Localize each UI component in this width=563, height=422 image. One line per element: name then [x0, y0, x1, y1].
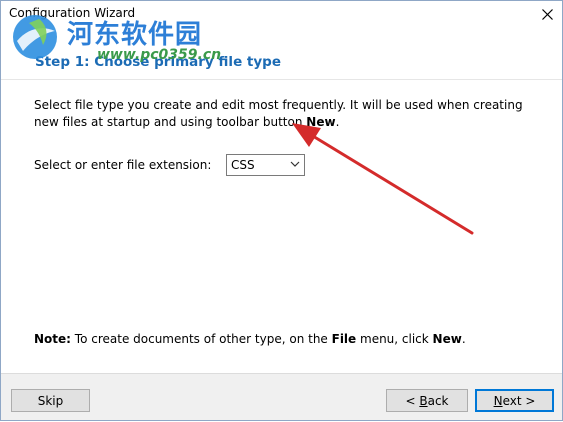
back-button-label: < Back [405, 394, 448, 408]
watermark-text: 河东软件园 [67, 20, 203, 50]
note-text: Note: To create documents of other type,… [34, 332, 466, 346]
watermark: 河东软件园 www.pc0359.cn [9, 11, 222, 69]
header-divider [1, 79, 562, 80]
next-accelerator: N [493, 393, 503, 408]
description-text: Select file type you create and edit mos… [34, 97, 534, 131]
next-button-label: Next > [494, 394, 536, 408]
note-body-a: To create documents of other type, on th… [70, 332, 332, 346]
note-new-word: New [432, 332, 462, 346]
description-new-word: New [306, 115, 336, 129]
note-body-b: menu, click [356, 332, 433, 346]
close-icon [541, 8, 553, 20]
description-body: Select file type you create and edit mos… [34, 98, 523, 129]
next-button[interactable]: Next > [475, 389, 554, 412]
skip-button-label: Skip [37, 393, 64, 408]
extension-field-label: Select or enter file extension: [34, 158, 212, 172]
chevron-down-icon [290, 161, 300, 167]
next-rest: ext > [502, 393, 536, 408]
file-extension-value: CSS [231, 158, 255, 172]
file-extension-select[interactable]: CSS [226, 154, 305, 176]
skip-button[interactable]: Skip [11, 389, 90, 412]
configuration-wizard-window: Configuration Wizard Step 1: Choose prim… [0, 0, 563, 421]
back-accelerator: B [419, 393, 428, 408]
close-button[interactable] [532, 1, 562, 27]
back-button[interactable]: < Back [386, 389, 468, 412]
note-end: . [461, 332, 466, 346]
watermark-logo-icon [13, 15, 57, 59]
description-end: . [335, 115, 340, 129]
back-rest: ack [427, 393, 449, 408]
note-label: Note: [34, 332, 71, 346]
watermark-url: www.pc0359.cn [97, 47, 222, 63]
back-prefix: < [405, 393, 420, 408]
note-file-word: File [331, 332, 357, 346]
